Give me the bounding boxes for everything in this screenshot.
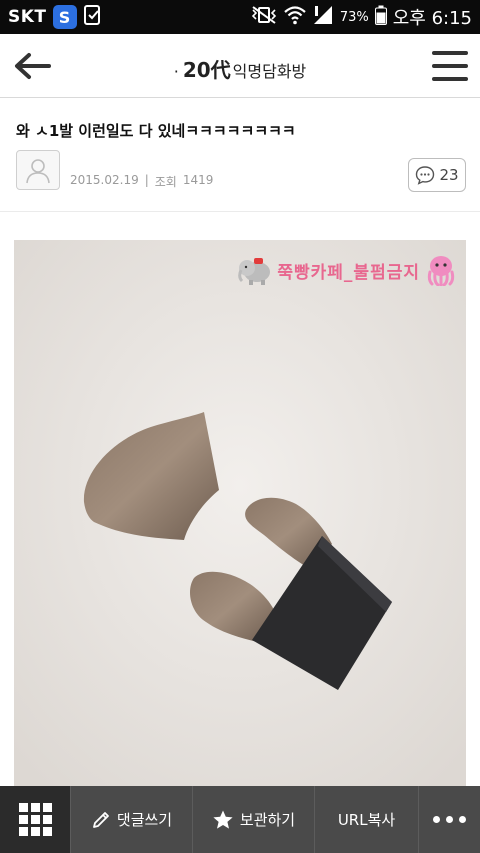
copy-url-label: URL복사: [337, 811, 396, 829]
copy-url-button[interactable]: URL복사: [314, 786, 418, 853]
status-right: 73% 오후 6:15: [250, 5, 472, 29]
save-post-button[interactable]: 보관하기: [192, 786, 314, 853]
menu-line: [432, 51, 468, 55]
menu-line: [432, 77, 468, 81]
post-date: 2015.02.19: [70, 173, 139, 187]
app-header: · 20代 익명담화방: [0, 34, 480, 98]
views-count: 1419: [182, 173, 214, 187]
wifi-icon: [284, 5, 306, 29]
user-silhouette-icon: [26, 159, 50, 184]
more-dots-icon: [433, 816, 466, 823]
more-options-button[interactable]: [418, 786, 480, 853]
bottom-toolbar: 댓글쓰기 보관하기 URL복사: [0, 786, 480, 853]
watermark: 쭉빵카페_불펌금지: [237, 254, 458, 286]
menu-line: [432, 64, 468, 68]
views-label: 조회: [154, 175, 177, 189]
carrier-app-icon: S: [52, 5, 77, 29]
meta-divider: |: [144, 173, 149, 187]
avatar[interactable]: [16, 150, 60, 190]
pencil-icon: [92, 811, 109, 828]
post-header: 와 ㅅ1발 이런일도 다 있네ㅋㅋㅋㅋㅋㅋㅋㅋ 2015.02.19 | 조회 …: [0, 98, 480, 212]
title-main: 20代: [182, 58, 231, 82]
post-title: 와 ㅅ1발 이런일도 다 있네ㅋㅋㅋㅋㅋㅋㅋㅋ: [16, 122, 296, 140]
board-title: · 20代 익명담화방: [0, 54, 480, 83]
brush-photo: [14, 240, 466, 786]
comment-count-button[interactable]: 23: [408, 158, 466, 192]
status-left: SKT S: [8, 4, 103, 30]
notification-icon: [83, 4, 103, 30]
elephant-icon: [238, 258, 271, 285]
speech-bubble-icon: [416, 166, 435, 185]
hamburger-menu-icon[interactable]: [432, 51, 468, 81]
clock: 오후 6:15: [392, 8, 472, 29]
post-meta: 2015.02.19 | 조회 1419: [70, 173, 213, 190]
watermark-text: 쭉빵카페_불펌금지: [277, 262, 420, 283]
octopus-icon: [427, 256, 455, 286]
vibrate-mute-icon: [250, 5, 278, 29]
write-comment-button[interactable]: 댓글쓰기: [70, 786, 192, 853]
star-icon: [213, 810, 233, 829]
save-post-label: 보관하기: [239, 811, 296, 829]
write-comment-label: 댓글쓰기: [116, 811, 173, 829]
battery-percent: 73%: [339, 9, 369, 25]
carrier-label: SKT: [8, 7, 47, 27]
comment-count: 23: [439, 166, 459, 184]
post-photo: 쭉빵카페_불펌금지: [14, 240, 466, 786]
status-bar: SKT S 73% 오후 6:15: [0, 0, 480, 34]
signal-icon: [312, 5, 334, 29]
grid-icon: [18, 803, 52, 836]
title-dot: ·: [173, 62, 179, 81]
title-sub: 익명담화방: [232, 62, 307, 81]
battery-icon: [374, 5, 387, 29]
grid-menu-button[interactable]: [0, 786, 70, 853]
